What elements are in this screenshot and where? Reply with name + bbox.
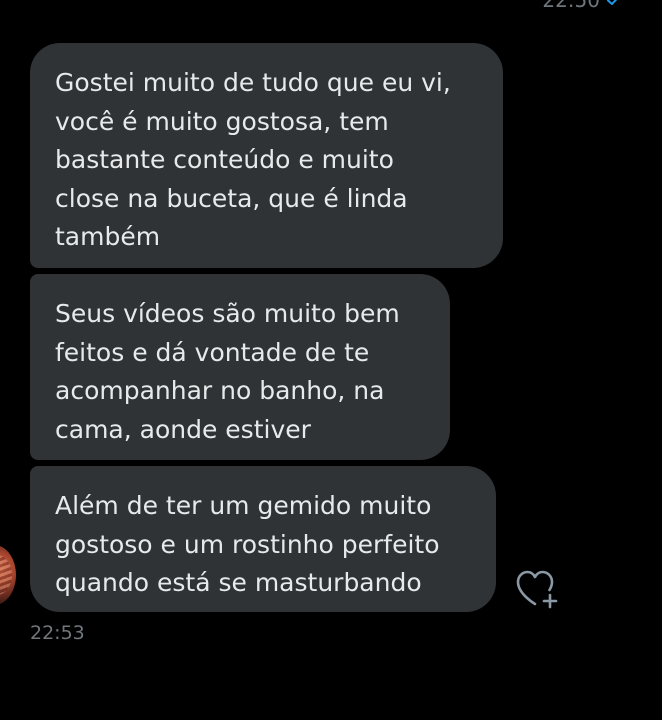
previous-message-timestamp: 22:50 bbox=[542, 0, 600, 12]
heart-plus-icon[interactable] bbox=[514, 568, 560, 610]
check-icon bbox=[607, 0, 618, 5]
previous-message-meta: 22:50 bbox=[542, 0, 622, 12]
message-bubble[interactable]: Além de ter um gemido muito gostoso e um… bbox=[30, 466, 496, 612]
dm-conversation-view: 22:50 Gostei muito de tudo que eu vi, vo… bbox=[0, 0, 662, 720]
message-bubble[interactable]: Seus vídeos são muito bem feitos e dá vo… bbox=[30, 274, 450, 460]
sender-avatar[interactable] bbox=[0, 545, 16, 605]
message-bubble[interactable]: Gostei muito de tudo que eu vi, você é m… bbox=[30, 43, 503, 268]
message-timestamp: 22:53 bbox=[30, 622, 85, 644]
